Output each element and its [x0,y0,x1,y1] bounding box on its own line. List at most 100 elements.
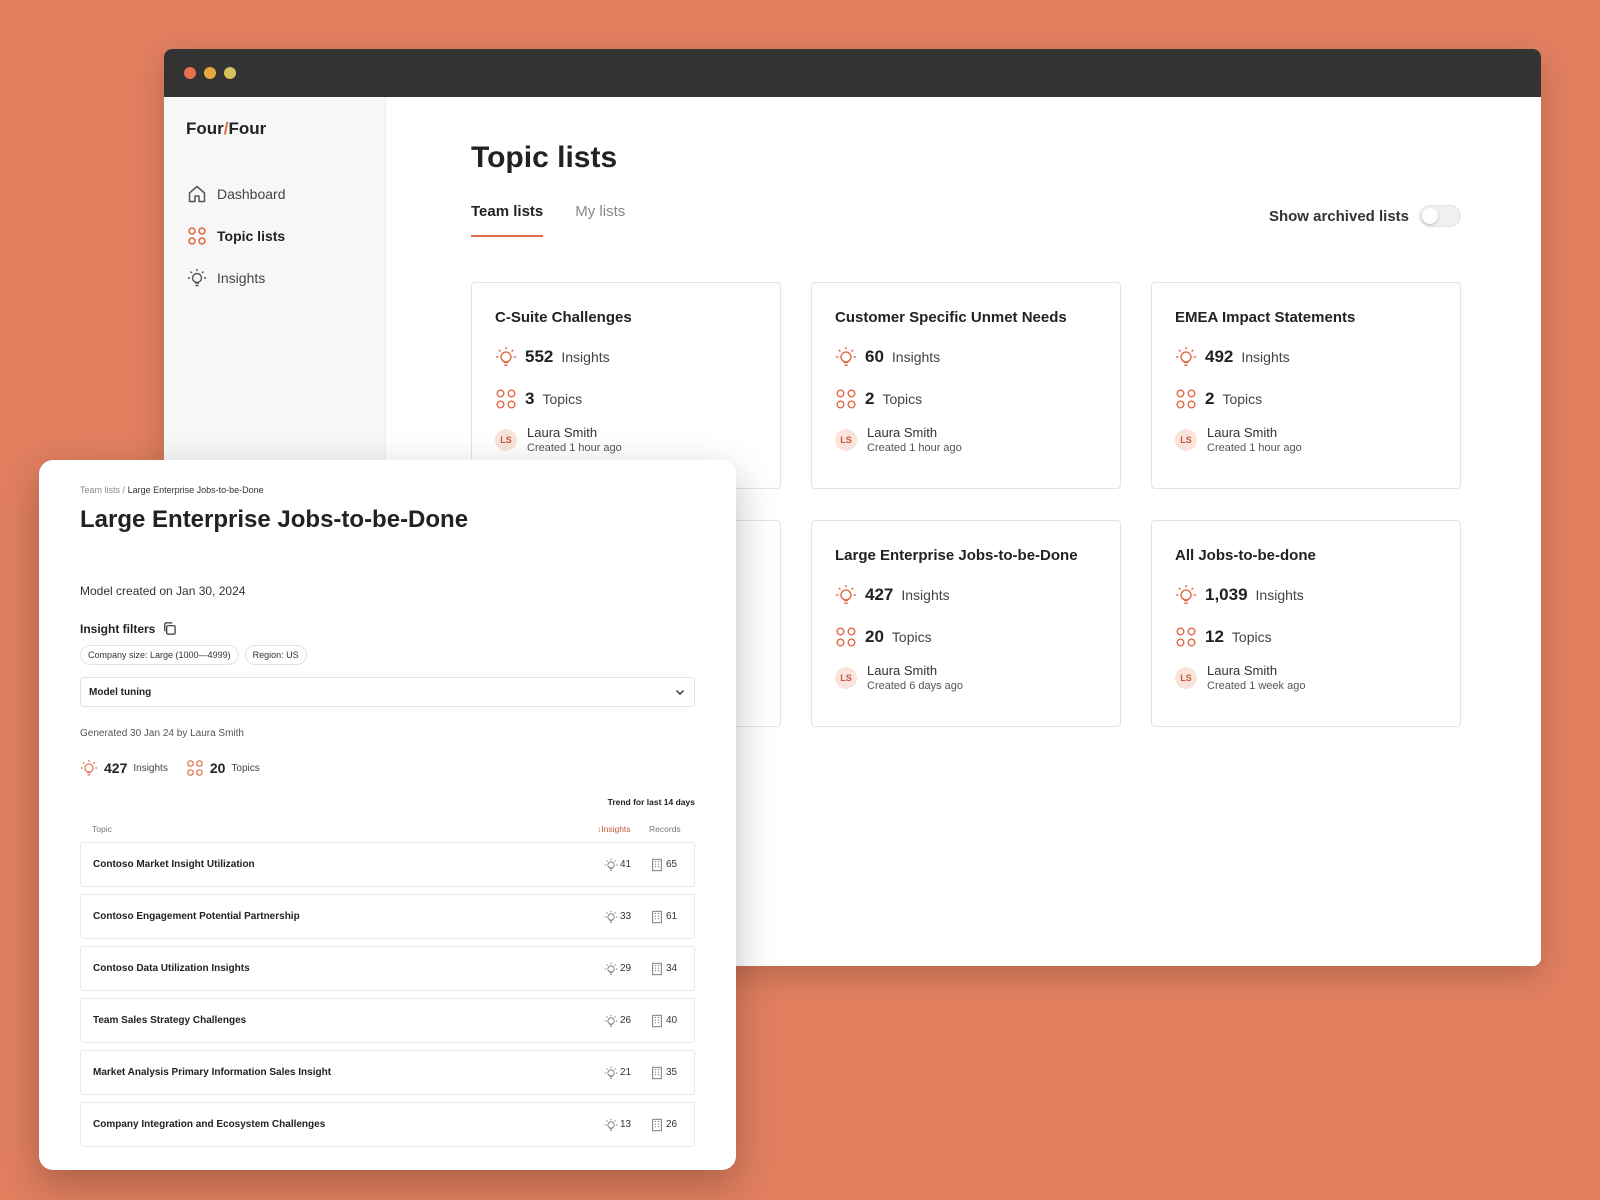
row-insights-count: 29 [620,963,632,974]
lightbulb-icon [496,346,516,366]
topic-list-card[interactable]: C-Suite Challenges 552 Insights 3 Topics… [471,282,781,489]
breadcrumb: Team lists / Large Enterprise Jobs-to-be… [80,485,695,495]
generated-text: Generated 30 Jan 24 by Laura Smith [80,728,244,739]
model-tuning-dropdown[interactable]: Model tuning [80,677,695,707]
home-icon [186,183,208,205]
lightbulb-icon [1176,584,1196,604]
topic-list-card[interactable]: Large Enterprise Jobs-to-be-Done 427 Ins… [811,520,1121,727]
topics-count: 2 [865,388,875,408]
topics-count: 20 [865,626,884,646]
row-insights: 33 [604,910,650,924]
insights-label: Insights [1255,586,1304,603]
table-row[interactable]: Contoso Market Insight Utilization 41 65 [80,842,695,887]
card-title: EMEA Impact Statements [1175,309,1356,326]
topic-list-card[interactable]: EMEA Impact Statements 492 Insights 2 To… [1151,282,1461,489]
lightbulb-icon [836,584,856,604]
card-insights-stat: 492 Insights [1175,344,1437,369]
maximize-window-dot[interactable] [224,67,236,79]
topic-list-card[interactable]: Customer Specific Unmet Needs 60 Insight… [811,282,1121,489]
insights-label: Insights [561,348,610,365]
tab-team-lists[interactable]: Team lists [471,203,544,237]
topic-name: Contoso Market Insight Utilization [93,859,255,870]
row-insights-count: 41 [620,859,632,870]
avatar: LS [1175,428,1197,451]
lightbulb-icon [604,1014,618,1027]
brand-logo[interactable]: Four/Four [186,119,363,139]
minimize-window-dot[interactable] [204,67,216,79]
building-icon [652,1066,662,1079]
owner-name: Laura Smith [1207,663,1278,678]
sidebar-item-insights[interactable]: Insights [186,257,363,299]
topics-label: Topics [882,390,923,407]
summary-insights-count: 427 [104,760,128,776]
owner-name: Laura Smith [1207,425,1278,440]
avatar: LS [1175,666,1197,689]
breadcrumb-separator: / [122,485,126,495]
topic-name: Contoso Engagement Potential Partnership [93,911,300,922]
insight-filters-label: Insight filters [80,621,156,636]
card-topics-stat: 20 Topics [835,624,1097,649]
grid-icon [186,225,208,247]
table-row[interactable]: Market Analysis Primary Information Sale… [80,1050,695,1095]
lightbulb-icon [604,1118,618,1131]
column-header-topic[interactable]: Topic [92,824,597,834]
insights-count: 427 [865,584,894,604]
card-topics-stat: 2 Topics [835,386,1097,411]
lightbulb-icon [1176,346,1196,366]
row-records-count: 40 [666,1015,678,1026]
insights-label: Insights [901,586,950,603]
topic-name: Contoso Data Utilization Insights [93,963,250,974]
sidebar-item-topic-lists[interactable]: Topic lists [186,215,363,257]
insights-count: 1,039 [1205,584,1248,604]
column-header-records[interactable]: Records [649,824,683,834]
building-icon [652,1014,662,1027]
trend-label: Trend for last 14 days [607,797,695,807]
model-created-text: Model created on Jan 30, 2024 [80,584,246,598]
sidebar-item-dashboard[interactable]: Dashboard [186,173,363,215]
grid-icon [1176,626,1196,647]
row-records-count: 34 [666,963,678,974]
card-title: All Jobs-to-be-done [1175,547,1316,564]
show-archived-toggle[interactable] [1419,205,1461,227]
table-row[interactable]: Team Sales Strategy Challenges 26 40 [80,998,695,1043]
table-row[interactable]: Contoso Engagement Potential Partnership… [80,894,695,939]
row-insights: 41 [604,858,650,872]
avatar: LS [495,428,517,451]
copy-icon[interactable] [162,621,177,636]
panel-title: Large Enterprise Jobs-to-be-Done [80,506,469,533]
summary-stats: 427 Insights 20 Topics [80,759,695,777]
sidebar-item-label: Topic lists [217,228,286,244]
lightbulb-icon [80,759,98,776]
close-window-dot[interactable] [184,67,196,79]
grid-icon [836,388,856,409]
breadcrumb-parent-link[interactable]: Team lists [80,485,120,495]
lightbulb-icon [604,1066,618,1079]
grid-icon [496,388,516,409]
topics-count: 2 [1205,388,1215,408]
topic-list-card[interactable]: All Jobs-to-be-done 1,039 Insights 12 To… [1151,520,1461,727]
avatar: LS [835,666,857,689]
tab-my-lists[interactable]: My lists [575,203,625,237]
card-insights-stat: 60 Insights [835,344,1097,369]
column-header-insights[interactable]: ↓Insights [597,824,649,834]
insights-count: 552 [525,346,554,366]
table-row[interactable]: Contoso Data Utilization Insights 29 34 [80,946,695,991]
card-insights-stat: 552 Insights [495,344,757,369]
show-archived-control: Show archived lists [1269,205,1461,227]
filter-chip-company-size[interactable]: Company size: Large (1000—4999) [80,645,239,665]
owner-name: Laura Smith [527,425,598,440]
card-topics-stat: 12 Topics [1175,624,1437,649]
tabs: Team lists My lists Show archived lists [471,203,1461,237]
column-header-insights-label: Insights [601,824,631,834]
row-records: 40 [650,1014,682,1028]
table-row[interactable]: Company Integration and Ecosystem Challe… [80,1102,695,1147]
lightbulb-icon [604,910,618,923]
building-icon [652,962,662,975]
created-time: Created 1 hour ago [867,442,962,454]
card-title: Large Enterprise Jobs-to-be-Done [835,547,1078,564]
breadcrumb-current: Large Enterprise Jobs-to-be-Done [127,485,264,495]
filter-chip-region[interactable]: Region: US [244,645,307,665]
topics-label: Topics [542,390,583,407]
card-owner: LS Laura Smith Created 1 hour ago [1175,425,1437,454]
topic-name: Market Analysis Primary Information Sale… [93,1067,332,1078]
